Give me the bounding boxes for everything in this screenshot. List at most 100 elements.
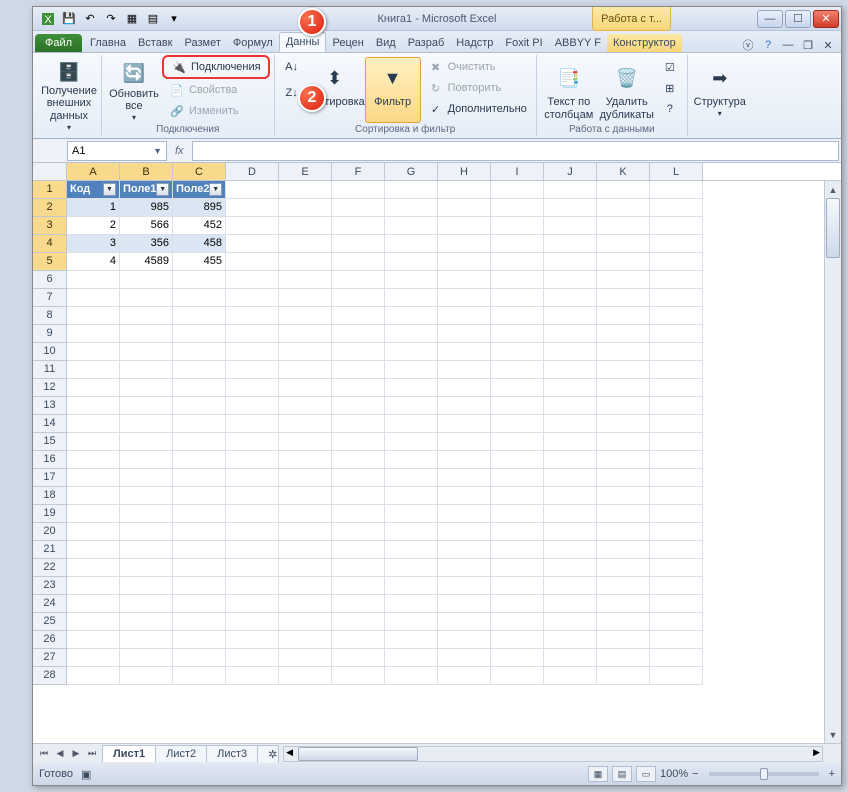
cell[interactable]	[332, 235, 385, 253]
cell[interactable]	[438, 433, 491, 451]
tab-review[interactable]: Рецен	[326, 34, 369, 52]
cell[interactable]	[385, 289, 438, 307]
cell[interactable]	[544, 667, 597, 685]
cell[interactable]	[544, 415, 597, 433]
cell[interactable]	[544, 433, 597, 451]
cell[interactable]	[544, 487, 597, 505]
cell[interactable]	[438, 397, 491, 415]
redo-icon[interactable]: ↷	[102, 10, 120, 28]
cell[interactable]	[67, 559, 120, 577]
cell[interactable]	[544, 649, 597, 667]
cell[interactable]	[332, 217, 385, 235]
scroll-thumb[interactable]	[298, 747, 418, 761]
cell[interactable]	[650, 613, 703, 631]
cell[interactable]	[544, 379, 597, 397]
cell[interactable]	[279, 415, 332, 433]
cell[interactable]	[650, 577, 703, 595]
cell[interactable]	[67, 415, 120, 433]
scroll-down-icon[interactable]: ▼	[825, 726, 841, 743]
cell[interactable]	[438, 541, 491, 559]
cell[interactable]	[650, 181, 703, 199]
cell[interactable]	[650, 649, 703, 667]
cell[interactable]	[332, 379, 385, 397]
cell[interactable]	[650, 325, 703, 343]
cell[interactable]	[67, 397, 120, 415]
cell[interactable]	[491, 433, 544, 451]
cell[interactable]	[385, 361, 438, 379]
cell[interactable]	[67, 595, 120, 613]
cell[interactable]	[544, 523, 597, 541]
cell[interactable]	[67, 451, 120, 469]
cell[interactable]	[279, 397, 332, 415]
row-header[interactable]: 1	[33, 181, 67, 199]
row-header[interactable]: 25	[33, 613, 67, 631]
row-header[interactable]: 10	[33, 343, 67, 361]
row-header[interactable]: 13	[33, 397, 67, 415]
cell[interactable]	[279, 217, 332, 235]
fx-button[interactable]: fx	[169, 145, 190, 157]
cell[interactable]	[332, 523, 385, 541]
cell[interactable]	[491, 469, 544, 487]
cell[interactable]	[226, 235, 279, 253]
cell[interactable]	[226, 451, 279, 469]
sheet-tab[interactable]: Лист3	[206, 745, 258, 762]
cell[interactable]	[597, 595, 650, 613]
cell[interactable]: 1	[67, 199, 120, 217]
cell[interactable]	[438, 307, 491, 325]
cell[interactable]: Код▼	[67, 181, 120, 199]
window-close-icon[interactable]: ✕	[821, 38, 835, 52]
row-header[interactable]: 7	[33, 289, 67, 307]
row-header[interactable]: 6	[33, 271, 67, 289]
cell[interactable]	[438, 577, 491, 595]
cell[interactable]	[120, 289, 173, 307]
cell[interactable]	[67, 361, 120, 379]
advanced-filter-button[interactable]: ✓Дополнительно	[423, 99, 532, 119]
cell[interactable]	[597, 433, 650, 451]
maximize-button[interactable]: ☐	[785, 10, 811, 28]
cell[interactable]	[120, 595, 173, 613]
cell[interactable]	[438, 523, 491, 541]
cell[interactable]	[650, 253, 703, 271]
tab-addins[interactable]: Надстр	[450, 34, 499, 52]
cell[interactable]	[332, 415, 385, 433]
cell[interactable]	[279, 307, 332, 325]
cell[interactable]	[385, 667, 438, 685]
cell[interactable]	[120, 433, 173, 451]
cell[interactable]	[491, 595, 544, 613]
cell[interactable]	[650, 541, 703, 559]
cell[interactable]	[491, 199, 544, 217]
cell[interactable]	[332, 649, 385, 667]
cell[interactable]	[67, 505, 120, 523]
cell[interactable]	[226, 361, 279, 379]
cell[interactable]	[544, 199, 597, 217]
formula-input[interactable]	[192, 141, 839, 161]
minimize-ribbon-icon[interactable]: ⓥ	[741, 38, 755, 52]
cell[interactable]	[438, 343, 491, 361]
row-header[interactable]: 9	[33, 325, 67, 343]
cell[interactable]	[67, 343, 120, 361]
cell[interactable]	[226, 217, 279, 235]
cell[interactable]	[226, 289, 279, 307]
cell[interactable]: 4	[67, 253, 120, 271]
cell[interactable]	[650, 433, 703, 451]
cell[interactable]	[597, 541, 650, 559]
col-header[interactable]: H	[438, 163, 491, 180]
cell[interactable]	[173, 415, 226, 433]
cell[interactable]	[491, 397, 544, 415]
cell[interactable]	[650, 307, 703, 325]
cell[interactable]	[385, 253, 438, 271]
cell[interactable]	[491, 667, 544, 685]
row-header[interactable]: 12	[33, 379, 67, 397]
cell[interactable]: 985	[120, 199, 173, 217]
cell[interactable]	[491, 217, 544, 235]
cell[interactable]	[597, 487, 650, 505]
cell[interactable]	[279, 433, 332, 451]
cell[interactable]	[544, 289, 597, 307]
cell[interactable]	[173, 613, 226, 631]
row-header[interactable]: 11	[33, 361, 67, 379]
vertical-scrollbar[interactable]: ▲ ▼	[824, 181, 841, 743]
cell[interactable]	[279, 487, 332, 505]
cell[interactable]	[385, 523, 438, 541]
cell[interactable]	[226, 433, 279, 451]
cell[interactable]	[279, 451, 332, 469]
